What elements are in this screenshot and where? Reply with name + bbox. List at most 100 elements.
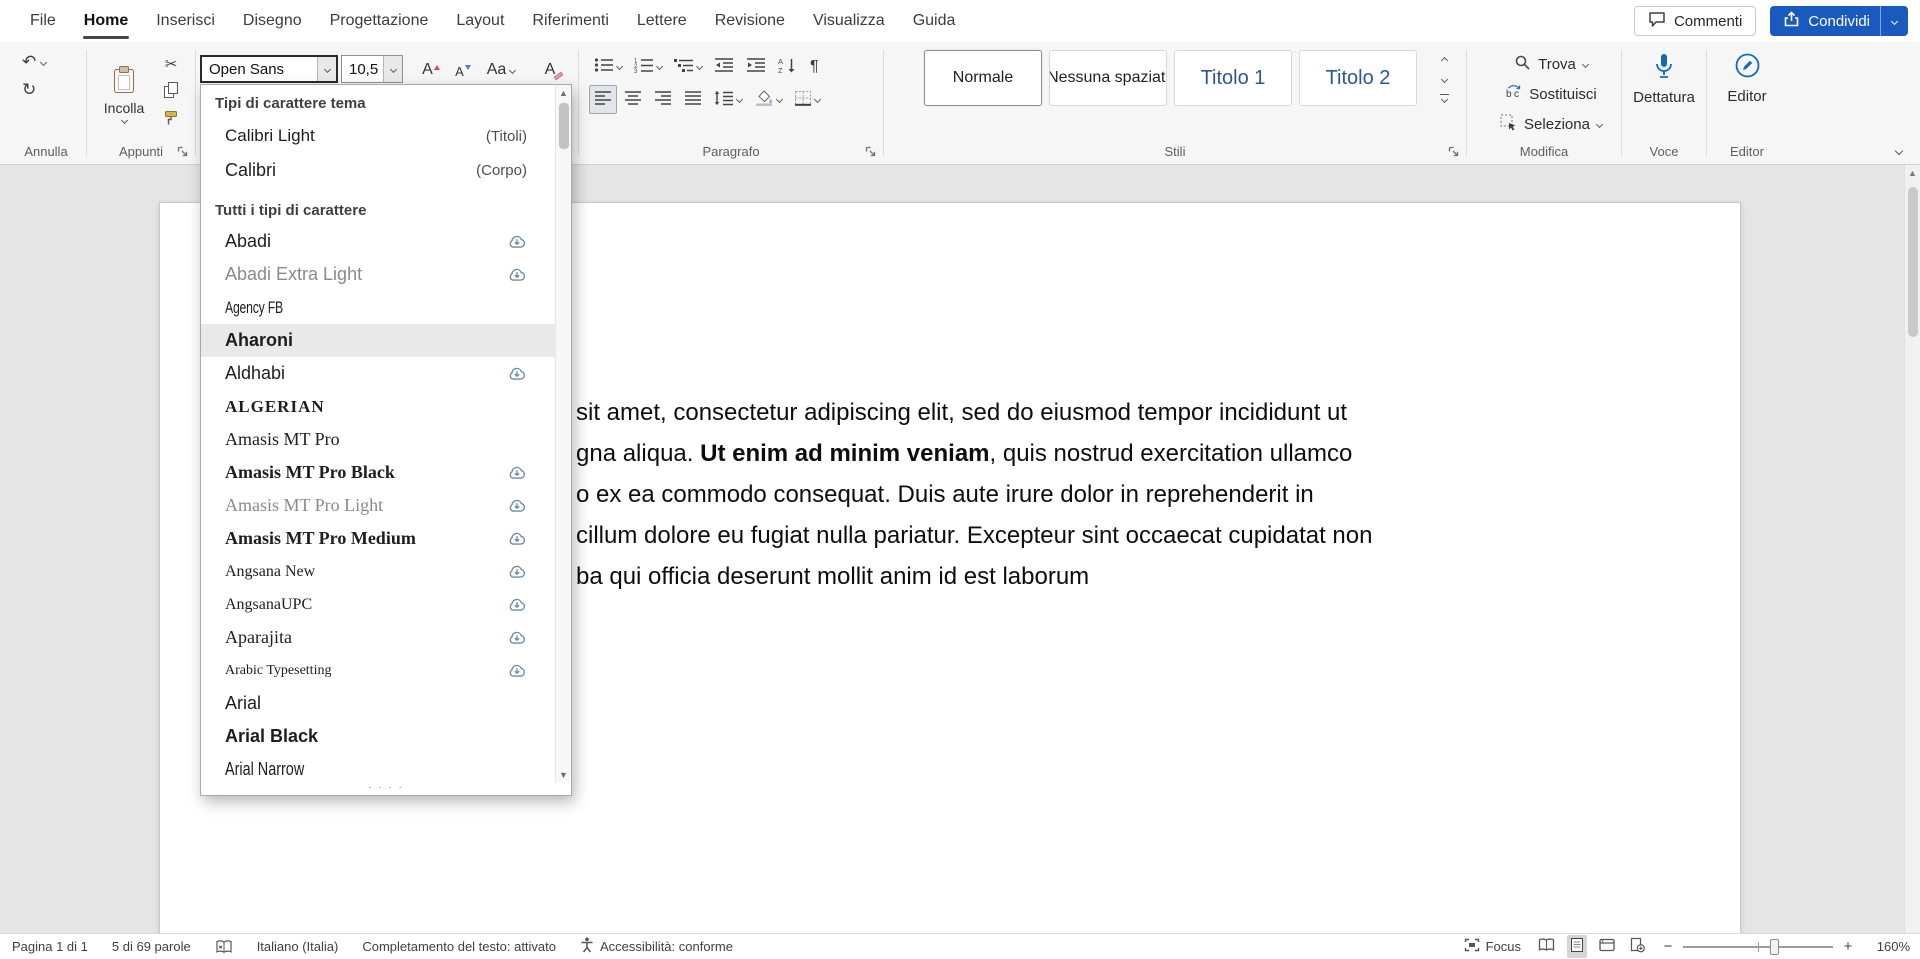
scroll-down-icon[interactable]: ▼ <box>556 767 571 783</box>
font-option-algerian[interactable]: ALGERIAN <box>201 390 555 423</box>
bullets-button[interactable] <box>589 52 627 81</box>
status-language[interactable]: Italiano (Italia) <box>257 939 339 954</box>
tab-guida[interactable]: Guida <box>899 0 970 42</box>
sort-button[interactable]: AZ <box>773 52 803 81</box>
font-option-amasis-mt-pro[interactable]: Amasis MT Pro <box>201 423 555 456</box>
font-name-combobox[interactable]: Open Sans <box>200 55 338 83</box>
font-option-agency-fb[interactable]: Agency FB <box>201 291 555 324</box>
shrink-font-button[interactable]: A <box>449 55 477 83</box>
increase-indent-button[interactable] <box>741 52 771 81</box>
tab-visualizza[interactable]: Visualizza <box>799 0 899 42</box>
tab-file[interactable]: File <box>16 0 70 42</box>
read-mode-button[interactable] <box>1535 936 1558 957</box>
font-option-aparajita[interactable]: Aparajita <box>201 621 555 654</box>
style-gallery-down-button[interactable] <box>1434 71 1454 87</box>
font-option-arial-black[interactable]: Arial Black <box>201 720 555 753</box>
font-option-arial-narrow[interactable]: Arial Narrow <box>201 753 555 783</box>
undo-button[interactable]: ↶ <box>22 52 46 72</box>
line-spacing-button[interactable] <box>709 85 747 114</box>
zoom-level[interactable]: 160% <box>1868 939 1910 954</box>
tab-disegno[interactable]: Disegno <box>229 0 316 42</box>
dropdown-resize-grip[interactable]: · · · · <box>201 783 571 795</box>
tab-lettere[interactable]: Lettere <box>623 0 701 42</box>
tab-home[interactable]: Home <box>70 0 142 42</box>
redo-button[interactable]: ↻ <box>22 80 36 100</box>
numbering-button[interactable]: 123 <box>629 52 667 81</box>
align-center-button[interactable] <box>619 85 647 114</box>
font-option-angsana-new[interactable]: Angsana New <box>201 555 555 588</box>
status-page-indicator[interactable]: Pagina 1 di 1 <box>12 939 88 954</box>
tab-progettazione[interactable]: Progettazione <box>316 0 443 42</box>
style-card-nessuna-spaziatura[interactable]: Nessuna spaziati <box>1049 50 1167 106</box>
tab-revisione[interactable]: Revisione <box>701 0 799 42</box>
font-option-abadi[interactable]: Abadi <box>201 225 555 258</box>
dialog-launcher-stili[interactable] <box>1447 145 1460 158</box>
share-button-main[interactable]: Condividi <box>1770 6 1880 36</box>
cut-button[interactable]: ✂ <box>157 51 185 76</box>
paste-button[interactable]: Incolla <box>97 49 151 138</box>
zoom-slider[interactable] <box>1683 946 1833 948</box>
dialog-launcher-paragrafo[interactable] <box>864 145 877 158</box>
zoom-slider-thumb[interactable] <box>1770 939 1779 955</box>
font-option-angsanaupc[interactable]: AngsanaUPC <box>201 588 555 621</box>
show-formatting-button[interactable]: ¶ <box>805 52 824 81</box>
status-accessibility[interactable]: Accessibilità: conforme <box>580 937 733 956</box>
zoom-out-button[interactable]: − <box>1662 938 1674 955</box>
align-right-button[interactable] <box>649 85 677 114</box>
document-scrollbar[interactable]: ▲ <box>1904 165 1920 933</box>
multilevel-list-button[interactable] <box>669 52 707 81</box>
font-name-dropdown-arrow[interactable] <box>317 57 336 81</box>
font-dropdown-scrollbar[interactable]: ▲ ▼ <box>555 85 571 783</box>
zoom-in-button[interactable]: + <box>1842 938 1854 955</box>
find-button[interactable]: Trova <box>1483 53 1619 75</box>
zoom-page-fit-button[interactable] <box>1627 935 1648 958</box>
font-option-amasis-mt-pro-light[interactable]: Amasis MT Pro Light <box>201 489 555 522</box>
document-text[interactable]: sit amet, consectetur adipiscing elit, s… <box>576 392 1756 597</box>
style-gallery-more-button[interactable] <box>1434 90 1454 106</box>
font-size-dropdown-arrow[interactable] <box>383 56 402 82</box>
font-option-arial[interactable]: Arial <box>201 687 555 720</box>
tab-inserisci[interactable]: Inserisci <box>142 0 229 42</box>
font-option-aharoni[interactable]: Aharoni <box>201 324 555 357</box>
scrollbar-thumb[interactable] <box>559 103 569 149</box>
align-left-button[interactable] <box>589 85 617 114</box>
scroll-up-icon[interactable]: ▲ <box>1905 165 1920 181</box>
style-card-titolo-1[interactable]: Titolo 1 <box>1174 50 1292 106</box>
change-case-button[interactable]: Aa <box>479 55 523 83</box>
style-gallery-up-button[interactable] <box>1434 52 1454 68</box>
justify-button[interactable] <box>679 85 707 114</box>
proofing-status-icon[interactable] <box>215 940 233 954</box>
style-card-titolo-2[interactable]: Titolo 2 <box>1299 50 1417 106</box>
style-card-normale[interactable]: Normale <box>924 50 1042 106</box>
font-option-calibri-light[interactable]: Calibri Light (Titoli) <box>201 119 555 153</box>
scroll-up-icon[interactable]: ▲ <box>556 85 571 101</box>
share-button[interactable]: Condividi <box>1770 6 1908 36</box>
format-painter-button[interactable] <box>157 107 185 132</box>
tab-riferimenti[interactable]: Riferimenti <box>518 0 622 42</box>
status-text-completion[interactable]: Completamento del testo: attivato <box>362 939 556 954</box>
borders-button[interactable] <box>789 85 825 114</box>
font-size-combobox[interactable]: 10,5 <box>341 55 403 83</box>
font-option-calibri[interactable]: Calibri (Corpo) <box>201 153 555 187</box>
editor-button[interactable]: Editor <box>1709 42 1785 105</box>
web-layout-button[interactable] <box>1596 936 1618 957</box>
font-option-abadi-extra-light[interactable]: Abadi Extra Light <box>201 258 555 291</box>
decrease-indent-button[interactable] <box>709 52 739 81</box>
copy-button[interactable] <box>157 79 185 104</box>
grow-font-button[interactable]: A <box>415 55 447 83</box>
share-dropdown-button[interactable] <box>1880 6 1908 36</box>
font-option-arabic-typesetting[interactable]: Arabic Typesetting <box>201 654 555 687</box>
dictate-button[interactable]: Dettatura <box>1624 42 1704 106</box>
font-option-amasis-mt-pro-medium[interactable]: Amasis MT Pro Medium <box>201 522 555 555</box>
font-option-aldhabi[interactable]: Aldhabi <box>201 357 555 390</box>
status-word-count[interactable]: 5 di 69 parole <box>112 939 191 954</box>
font-option-amasis-mt-pro-black[interactable]: Amasis MT Pro Black <box>201 456 555 489</box>
shading-button[interactable] <box>749 85 787 114</box>
scrollbar-thumb[interactable] <box>1908 187 1918 337</box>
replace-button[interactable]: bc Sostituisci <box>1483 83 1619 105</box>
tab-layout[interactable]: Layout <box>442 0 518 42</box>
comments-button[interactable]: Commenti <box>1634 6 1756 36</box>
print-layout-button[interactable] <box>1567 935 1587 958</box>
ribbon-collapse-button[interactable] <box>1896 148 1902 154</box>
select-button[interactable]: Seleziona <box>1483 113 1619 135</box>
